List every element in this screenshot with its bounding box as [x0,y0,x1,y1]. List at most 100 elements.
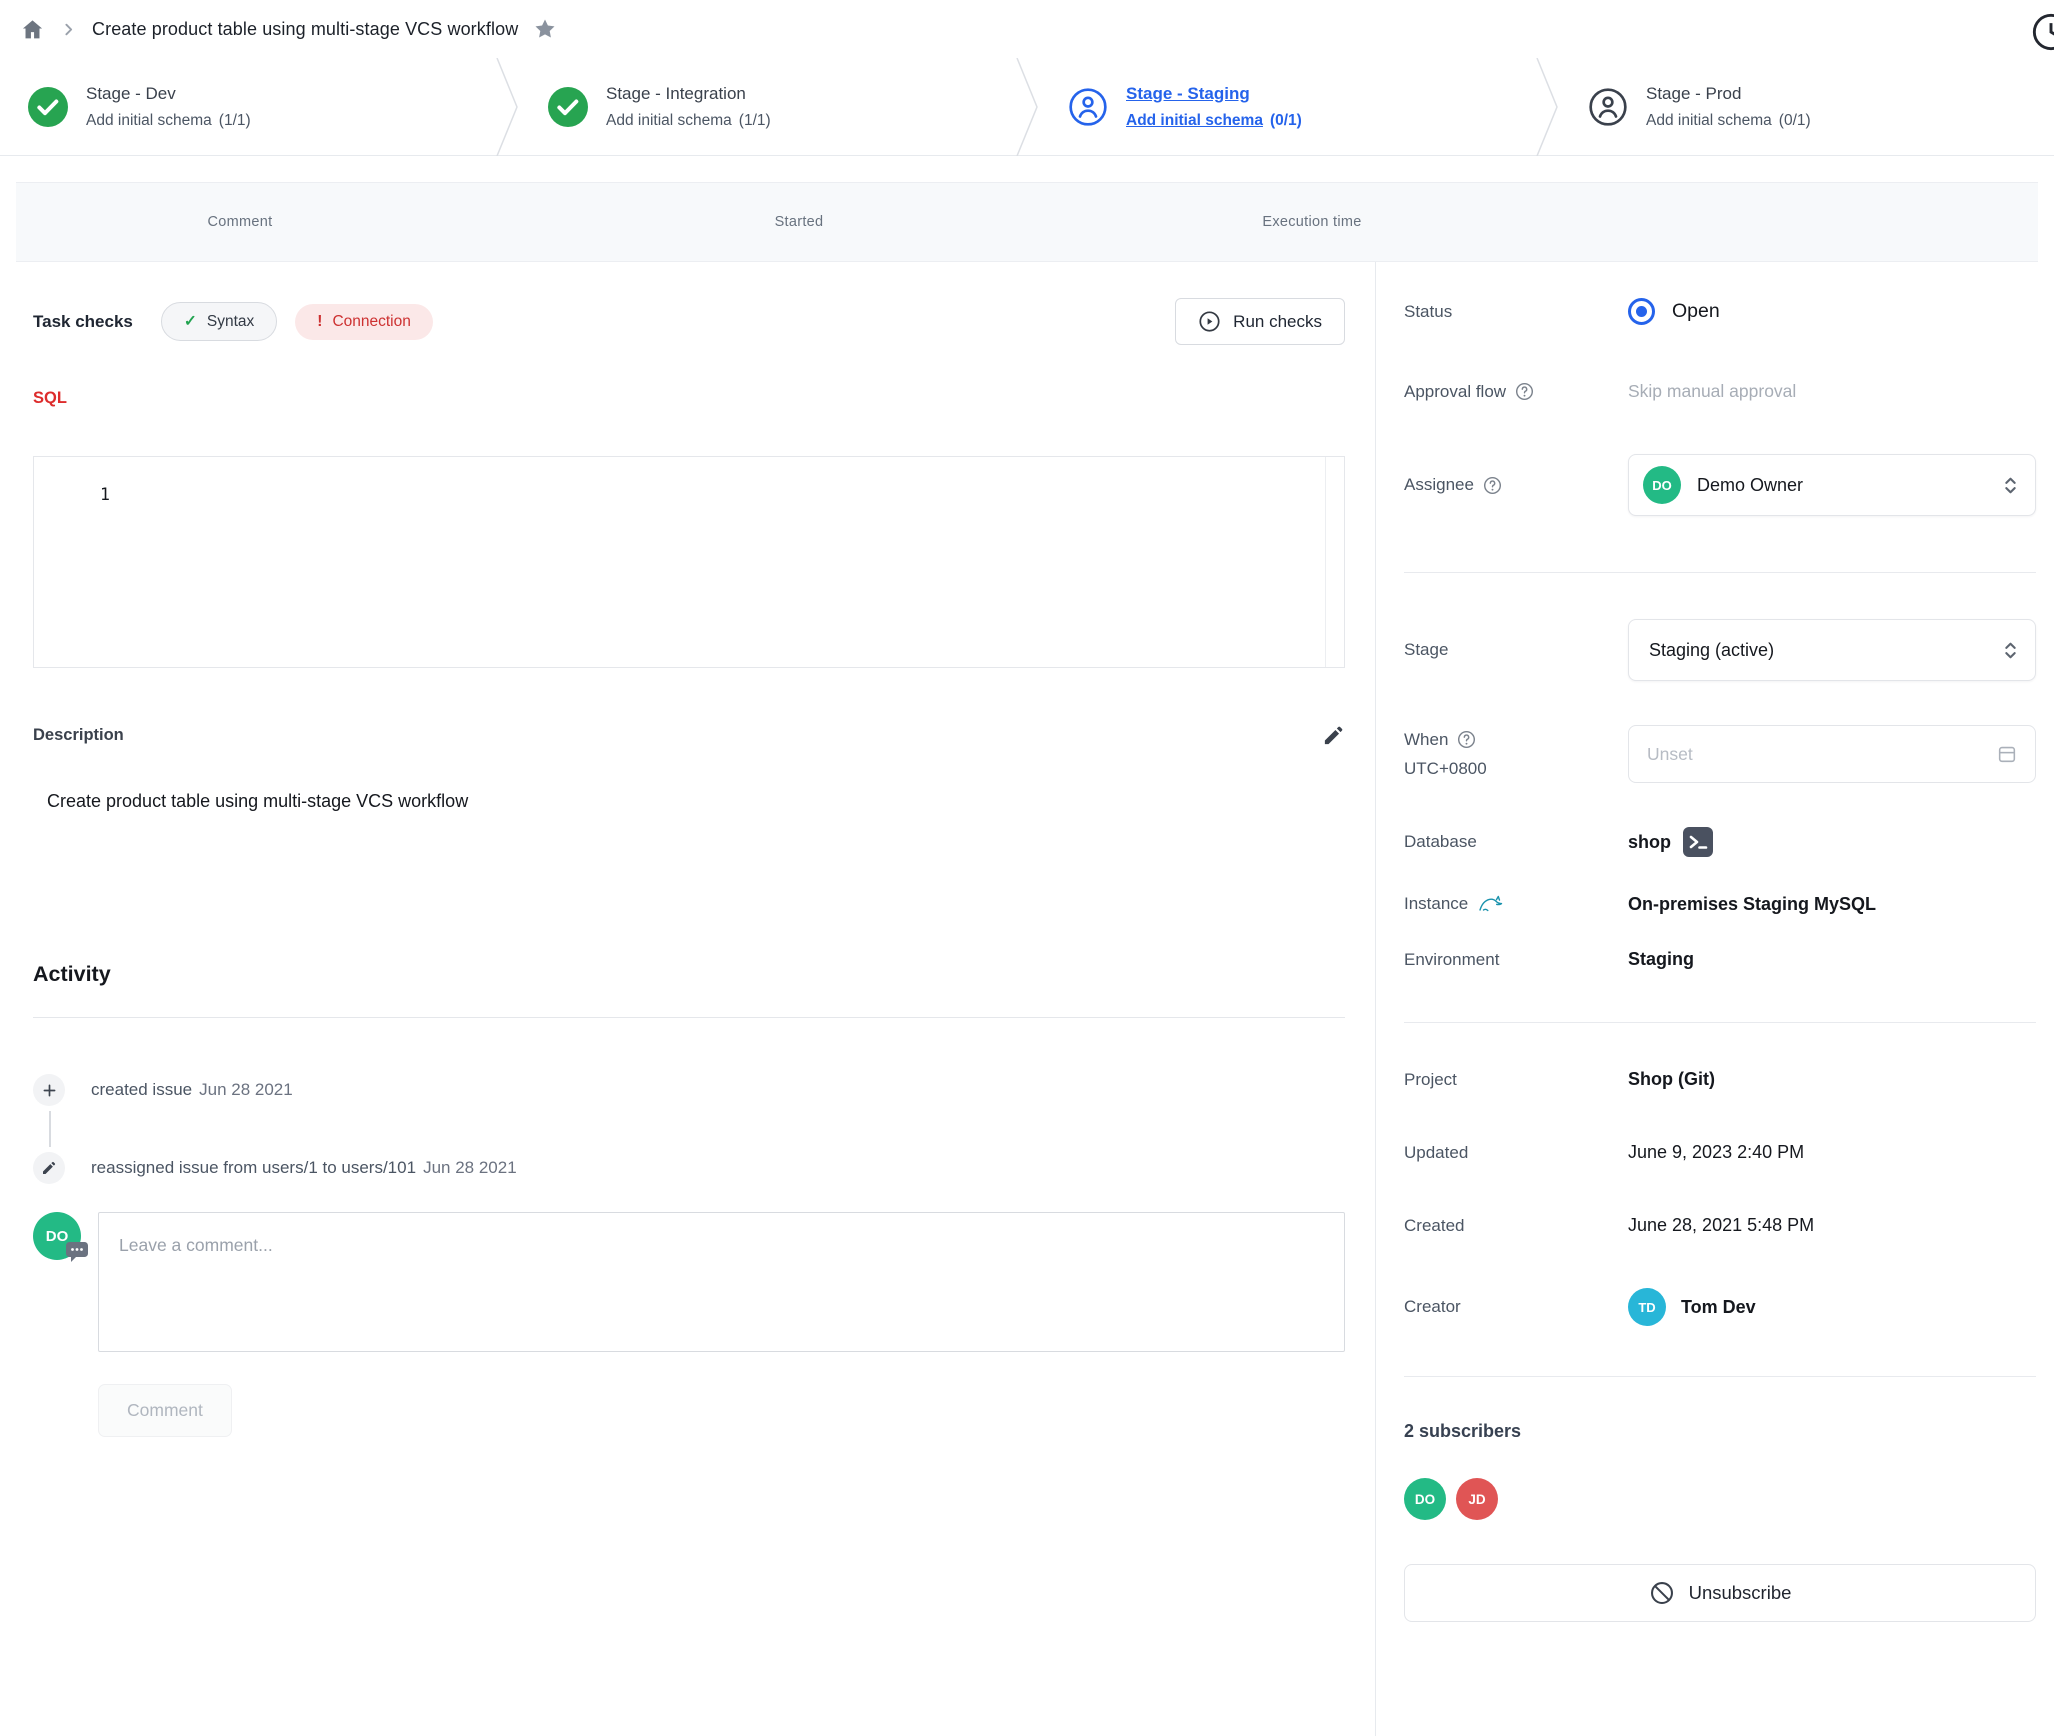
exclamation-icon: ! [317,313,322,331]
when-datetime-input[interactable] [1628,725,2036,783]
sidebar-divider [1404,1022,2036,1023]
sidebar-divider [1404,572,2036,573]
run-checks-button[interactable]: Run checks [1175,298,1345,345]
activity-timeline: created issue Jun 28 2021 reassigned issu… [33,1074,1345,1184]
stage-task: Add initial schema [606,112,732,130]
instance-value: On-premises Staging MySQL [1628,894,2044,915]
database-link[interactable]: shop [1628,827,2044,857]
activity-event-reassigned: reassigned issue from users/1 to users/1… [33,1152,1345,1184]
stage-task: Add initial schema [1126,112,1263,130]
database-value: shop [1628,832,1671,853]
activity-divider [33,1017,1345,1018]
history-clock-icon[interactable] [2031,12,2054,52]
issue-sidebar: Status Open Approval flow Skip manual ap… [1376,262,2054,1736]
stage-item-staging[interactable]: Stage - Staging Add initial schema (0/1) [1040,58,1534,155]
sql-editor-gutter [1325,457,1326,667]
stage-label: Stage [1404,640,1628,660]
page-title: Create product table using multi-stage V… [92,19,518,40]
environment-label: Environment [1404,950,1628,970]
check-icon: ✓ [184,312,197,331]
help-circle-icon[interactable] [1457,730,1476,749]
updated-value: June 9, 2023 2:40 PM [1628,1142,2044,1163]
connection-check-label: Connection [332,313,410,331]
event-text: created issue [91,1080,192,1099]
assignee-row: Assignee DO Demo Owner [1404,454,2044,516]
description-text: Create product table using multi-stage V… [33,791,1345,812]
stage-name: Stage - Dev [86,84,251,104]
column-header-started: Started [464,214,1134,230]
stage-task: Add initial schema [1646,112,1772,130]
activity-event-created: created issue Jun 28 2021 [33,1074,1345,1106]
task-checks-row: Task checks ✓ Syntax ! Connection Run ch… [33,298,1345,345]
column-header-comment: Comment [16,214,464,230]
subscribers-heading: 2 subscribers [1404,1421,2044,1442]
created-value: June 28, 2021 5:48 PM [1628,1215,2044,1236]
comment-submit-button[interactable]: Comment [98,1384,232,1437]
help-circle-icon[interactable] [1483,476,1502,495]
plus-icon [33,1074,65,1106]
avatar: DO [1404,1478,1446,1520]
task-checks-label: Task checks [33,312,133,332]
database-row: Database shop [1404,827,2044,857]
stage-separator-chevron [1014,58,1040,155]
star-icon[interactable] [533,17,557,41]
stage-task-count: (1/1) [219,112,251,130]
sql-editor[interactable]: 1 [33,456,1345,668]
approval-flow-label: Approval flow [1404,382,1506,402]
comment-input[interactable] [98,1212,1345,1352]
status-open-radio[interactable] [1628,298,1655,325]
project-row: Project Shop (Git) [1404,1069,2044,1090]
play-circle-icon [1198,310,1221,333]
edit-description-pencil-icon[interactable] [1322,724,1345,747]
check-circle-icon [548,87,588,127]
stage-name: Stage - Integration [606,84,771,104]
calendar-icon[interactable] [1996,743,2018,765]
event-text: reassigned issue from users/1 to users/1… [91,1158,416,1177]
person-circle-icon [1588,87,1628,127]
created-label: Created [1404,1216,1628,1236]
description-label: Description [33,726,124,745]
stage-task-count: (0/1) [1270,112,1302,130]
stage-item-dev[interactable]: Stage - Dev Add initial schema (1/1) [0,58,494,155]
event-date: Jun 28 2021 [199,1080,293,1099]
run-checks-label: Run checks [1233,312,1322,332]
unsubscribe-label: Unsubscribe [1689,1582,1792,1604]
comment-composer: DO [33,1212,1345,1352]
ban-icon [1649,1580,1675,1606]
current-user-avatar: DO [33,1212,81,1260]
home-icon[interactable] [20,17,45,42]
stage-row: Stage Staging (active) [1404,619,2044,681]
task-run-table-header: Comment Started Execution time [16,182,2038,262]
avatar: JD [1456,1478,1498,1520]
stage-task-count: (0/1) [1779,112,1811,130]
help-circle-icon[interactable] [1515,382,1534,401]
unsubscribe-button[interactable]: Unsubscribe [1404,1564,2036,1622]
creator-label: Creator [1404,1297,1628,1317]
sql-console-icon[interactable] [1683,827,1713,857]
subscribers-avatar-list: DO JD [1404,1478,2044,1520]
timeline-connector [49,1111,51,1147]
when-timezone: UTC+0800 [1404,759,1487,779]
stage-separator-chevron [1534,58,1560,155]
column-header-execution-time: Execution time [1134,214,1490,230]
breadcrumb: Create product table using multi-stage V… [0,0,2054,58]
avatar: DO [1643,466,1681,504]
stage-select[interactable]: Staging (active) [1628,619,2036,681]
environment-value: Staging [1628,949,2044,970]
syntax-check-badge[interactable]: ✓ Syntax [161,302,277,341]
assignee-value: Demo Owner [1697,475,1803,496]
status-label: Status [1404,302,1628,322]
assignee-select[interactable]: DO Demo Owner [1628,454,2036,516]
sql-line-number: 1 [100,485,110,504]
instance-row: Instance On-premises Staging MySQL [1404,893,2044,915]
stage-item-integration[interactable]: Stage - Integration Add initial schema(1… [520,58,1014,155]
sql-section-label: SQL [33,389,1345,408]
approval-flow-row: Approval flow Skip manual approval [1404,381,2044,402]
activity-heading: Activity [33,962,1345,987]
stage-separator-chevron [494,58,520,155]
stage-name: Stage - Staging [1126,84,1302,104]
stage-task: Add initial schema [86,112,212,130]
connection-check-badge[interactable]: ! Connection [295,304,433,340]
updated-row: Updated June 9, 2023 2:40 PM [1404,1142,2044,1163]
stage-item-prod[interactable]: Stage - Prod Add initial schema(0/1) [1560,58,2054,155]
